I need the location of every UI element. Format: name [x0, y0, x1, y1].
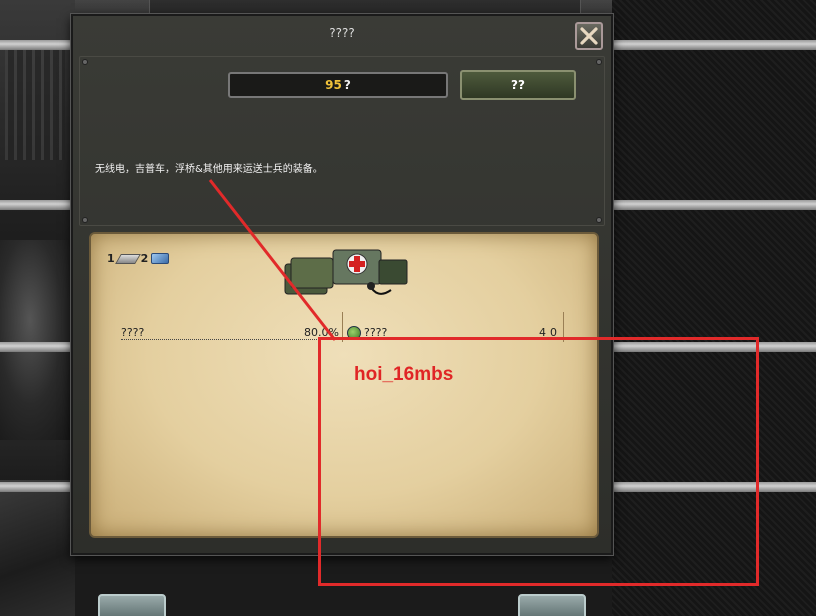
cost-display: 95?	[228, 72, 448, 98]
requirements: 1 2	[107, 252, 170, 265]
equipment-description: 无线电，吉普车，浮桥&其他用来运送士兵的装备。	[95, 164, 323, 175]
confirm-button[interactable]: ??	[460, 70, 576, 100]
steel-plate-icon	[114, 253, 141, 264]
requirement-count: 2	[140, 252, 149, 265]
close-icon	[580, 27, 598, 45]
background-left-scene	[0, 0, 75, 616]
cost-unit: ?	[343, 78, 351, 92]
annotation-label: hoi_16mbs	[354, 364, 454, 385]
bottom-action-button[interactable]	[98, 594, 166, 616]
stat-left: ???? 80.0%	[121, 326, 339, 340]
dialog-title: ????	[329, 26, 355, 40]
support-equipment-crates-icon	[284, 249, 408, 295]
blue-ingot-icon	[151, 253, 170, 264]
cost-value: 95	[325, 78, 342, 92]
requirement-count: 1	[107, 252, 115, 265]
bottom-action-button[interactable]	[518, 594, 586, 616]
stat-left-label: ????	[121, 326, 145, 339]
close-button[interactable]	[575, 22, 603, 50]
